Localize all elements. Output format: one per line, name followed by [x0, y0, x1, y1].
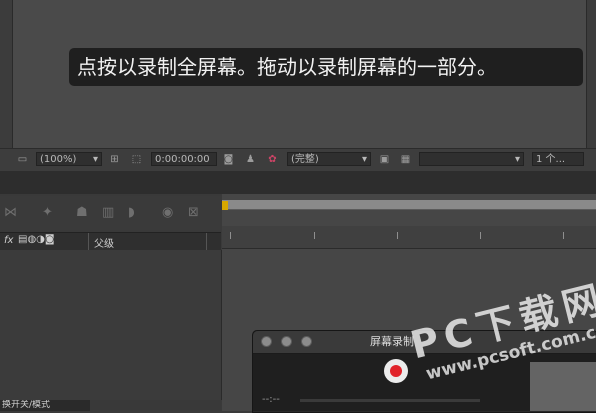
column-switch-icons: ▤◍◑◙: [18, 234, 55, 245]
work-area-bar[interactable]: [222, 200, 596, 210]
viewer-toolbar: ▭ (100%) ▾ ⊞ ⬚ 0:00:00:00 ◙ ♟ ✿ (完整) ▾ ▣…: [0, 148, 596, 172]
minimize-window-button[interactable]: [281, 336, 292, 347]
timeline-layer-list[interactable]: [0, 250, 222, 400]
views-layout-dropdown[interactable]: 1 个...: [532, 152, 584, 166]
transparency-grid-icon[interactable]: ▦: [399, 153, 412, 166]
viewer-left-scrollbar[interactable]: [0, 0, 13, 148]
time-ruler[interactable]: [222, 226, 596, 249]
views-value: 1 个...: [536, 154, 566, 165]
recording-time: --:--: [262, 394, 280, 405]
current-time-indicator[interactable]: [222, 201, 228, 210]
channel-rgb-icon[interactable]: ✿: [266, 153, 279, 166]
ruler-tick: [230, 232, 231, 239]
brainstorm-icon[interactable]: ⊠: [188, 205, 199, 220]
hide-shy-layers-icon[interactable]: ☗: [76, 205, 88, 220]
frame-blending-icon[interactable]: ▥: [102, 205, 114, 220]
column-parent: 父级: [94, 239, 114, 250]
record-dot-icon: [390, 365, 402, 377]
timecode-value: 0:00:00:00: [155, 154, 210, 165]
toggle-switches-modes-label[interactable]: 换开关/模式: [0, 400, 90, 411]
viewer-right-scrollbar[interactable]: [586, 0, 596, 148]
timeline-column-header: fx ▤◍◑◙ 父级: [0, 232, 221, 251]
zoom-dropdown[interactable]: (100%) ▾: [36, 152, 102, 166]
chevron-down-icon: ▾: [361, 154, 367, 165]
snapshot-camera-icon[interactable]: ◙: [222, 153, 235, 166]
column-fx: fx: [4, 235, 14, 246]
mask-visibility-icon[interactable]: ⬚: [130, 153, 143, 166]
ruler-tick: [314, 232, 315, 239]
zoom-value: (100%): [40, 154, 77, 165]
motion-blur-icon[interactable]: ◗: [128, 205, 135, 220]
column-divider: [88, 233, 89, 250]
camera-view-dropdown[interactable]: ▾: [419, 152, 524, 166]
draft-3d-icon[interactable]: ✦: [42, 205, 53, 220]
watermark-overlay: [530, 362, 596, 411]
show-snapshot-icon[interactable]: ♟: [244, 153, 257, 166]
recording-progress-track: [300, 399, 480, 402]
record-hint-tooltip: 点按以录制全屏幕。拖动以录制屏幕的一部分。: [69, 48, 583, 86]
chevron-down-icon: ▾: [514, 154, 520, 165]
panel-divider[interactable]: [0, 171, 596, 194]
timecode-field[interactable]: 0:00:00:00: [151, 152, 217, 166]
chevron-down-icon: ▾: [92, 154, 98, 165]
ruler-tick: [397, 232, 398, 239]
region-of-interest-icon[interactable]: ▣: [378, 153, 391, 166]
zoom-window-button[interactable]: [301, 336, 312, 347]
ruler-tick: [480, 232, 481, 239]
column-divider: [206, 233, 207, 250]
motion-path-icon[interactable]: ⋈: [4, 205, 17, 220]
always-preview-icon[interactable]: ▭: [16, 153, 29, 166]
ruler-tick: [563, 232, 564, 239]
safe-margins-icon[interactable]: ⊞: [108, 153, 121, 166]
close-window-button[interactable]: [261, 336, 272, 347]
timeline-switch-icons: ⋈ ✦ ☗ ▥ ◗ ◉ ⊠: [0, 196, 221, 230]
resolution-dropdown[interactable]: (完整) ▾: [287, 152, 371, 166]
resolution-value: (完整): [291, 154, 319, 165]
graph-editor-icon[interactable]: ◉: [162, 205, 173, 220]
